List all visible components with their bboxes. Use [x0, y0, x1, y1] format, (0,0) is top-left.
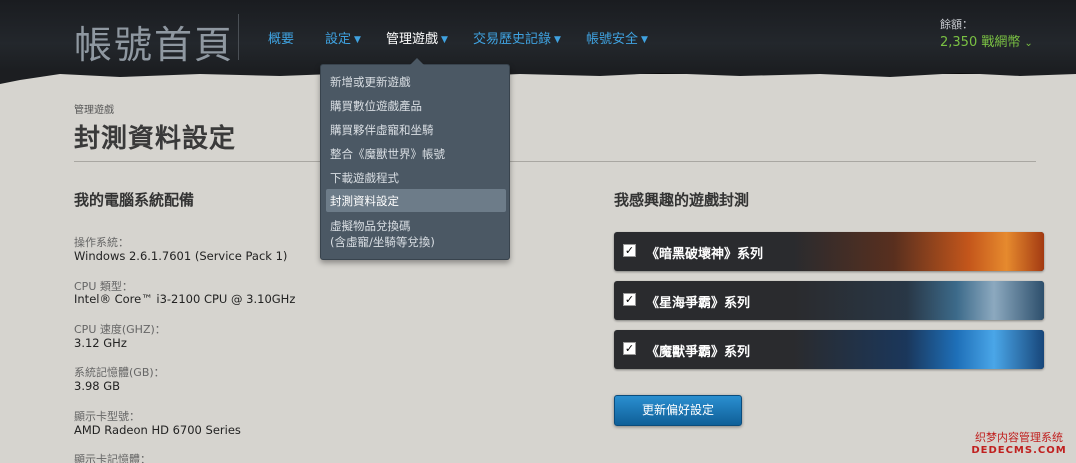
nav-transaction-history-label: 交易歷史記錄: [473, 32, 552, 47]
watermark: 织梦内容管理系统 DEDECMS.COM: [966, 429, 1072, 456]
chevron-down-icon: ▼: [354, 35, 361, 45]
spec-gpu-label: 顯示卡型號：: [74, 410, 140, 423]
watermark-en: DEDECMS.COM: [971, 445, 1067, 456]
chevron-down-icon: ▼: [441, 35, 448, 45]
manage-games-dropdown: 新增或更新遊戲 購買數位遊戲產品 購買夥伴虛寵和坐騎 整合《魔獸世界》帳號 下載…: [320, 64, 510, 260]
nav-manage-games[interactable]: 管理遊戲 ▼: [386, 28, 448, 47]
system-specs-heading: 我的電腦系統配備: [74, 191, 195, 209]
beta-interest-heading: 我感興趣的遊戲封測: [614, 191, 750, 209]
nav-overview-label: 概要: [268, 32, 295, 47]
update-preferences-button[interactable]: 更新偏好設定: [614, 395, 742, 426]
watermark-cn: 织梦内容管理系统: [975, 431, 1063, 444]
menu-item-download-client[interactable]: 下載遊戲程式: [326, 166, 506, 189]
menu-item-add-update-game[interactable]: 新增或更新遊戲: [326, 70, 506, 93]
starcraft-label: 《星海爭霸》系列: [646, 296, 751, 311]
nav-manage-games-label: 管理遊戲: [386, 32, 439, 47]
game-row-diablo[interactable]: ✓ 《暗黑破壞神》系列: [614, 232, 1044, 271]
torn-edge-divider: [0, 70, 1076, 84]
starcraft-banner-image: [794, 281, 1044, 320]
menu-item-beta-settings[interactable]: 封測資料設定: [326, 189, 506, 212]
spec-memory-value: 3.98 GB: [74, 379, 121, 393]
balance-label: 餘額：: [940, 18, 973, 31]
balance-dropdown[interactable]: 2,350 戰網幣 ⌄: [940, 31, 1033, 50]
spec-gpu-memory-label: 顯示卡記憶體：: [74, 453, 151, 463]
balance-value: 2,350 戰網幣: [940, 35, 1021, 50]
spec-gpu-value: AMD Radeon HD 6700 Series: [74, 423, 241, 437]
menu-item-buy-pets-mounts[interactable]: 購買夥伴虛寵和坐騎: [326, 118, 506, 141]
nav-settings[interactable]: 設定 ▼: [325, 28, 361, 47]
chevron-down-icon: ▼: [554, 35, 561, 45]
nav-transaction-history[interactable]: 交易歷史記錄 ▼: [473, 28, 561, 47]
site-title[interactable]: 帳號首頁: [74, 14, 234, 69]
nav-overview[interactable]: 概要: [268, 28, 294, 47]
dropdown-pointer: [410, 58, 424, 65]
menu-item-redeem-code[interactable]: 虛擬物品兌換碼 (含虛寵/坐騎等兌換): [326, 215, 506, 253]
redeem-code-line1: 虛擬物品兌換碼: [330, 219, 411, 233]
chevron-down-icon: ⌄: [1024, 38, 1033, 49]
redeem-code-line2: (含虛寵/坐騎等兌換): [330, 235, 435, 249]
game-row-warcraft[interactable]: ✓ 《魔獸爭霸》系列: [614, 330, 1044, 369]
diablo-checkbox[interactable]: ✓: [623, 244, 636, 257]
spec-os-value: Windows 2.6.1.7601 (Service Pack 1): [74, 249, 288, 263]
warcraft-checkbox[interactable]: ✓: [623, 342, 636, 355]
breadcrumb[interactable]: 管理遊戲: [74, 101, 114, 116]
menu-item-merge-wow-account[interactable]: 整合《魔獸世界》帳號: [326, 142, 506, 165]
nav-account-security[interactable]: 帳號安全 ▼: [586, 28, 648, 47]
warcraft-banner-image: [794, 330, 1044, 369]
starcraft-checkbox[interactable]: ✓: [623, 293, 636, 306]
title-divider-line: [74, 161, 1036, 162]
menu-item-buy-digital-games[interactable]: 購買數位遊戲產品: [326, 94, 506, 117]
page-title: 封測資料設定: [74, 124, 237, 154]
nav-settings-label: 設定: [325, 32, 352, 47]
spec-cpu-type-value: Intel® Core™ i3-2100 CPU @ 3.10GHz: [74, 292, 296, 306]
nav-account-security-label: 帳號安全: [586, 32, 639, 47]
chevron-down-icon: ▼: [641, 35, 648, 45]
spec-memory-label: 系統記憶體(GB)：: [74, 366, 165, 379]
title-divider: [238, 14, 239, 60]
spec-os-label: 操作系統：: [74, 236, 129, 249]
spec-cpu-speed-label: CPU 速度(GHZ)：: [74, 323, 166, 336]
warcraft-label: 《魔獸爭霸》系列: [646, 345, 751, 360]
diablo-banner-image: [794, 232, 1044, 271]
diablo-label: 《暗黑破壞神》系列: [646, 247, 764, 262]
game-row-starcraft[interactable]: ✓ 《星海爭霸》系列: [614, 281, 1044, 320]
spec-cpu-speed-value: 3.12 GHz: [74, 336, 127, 350]
